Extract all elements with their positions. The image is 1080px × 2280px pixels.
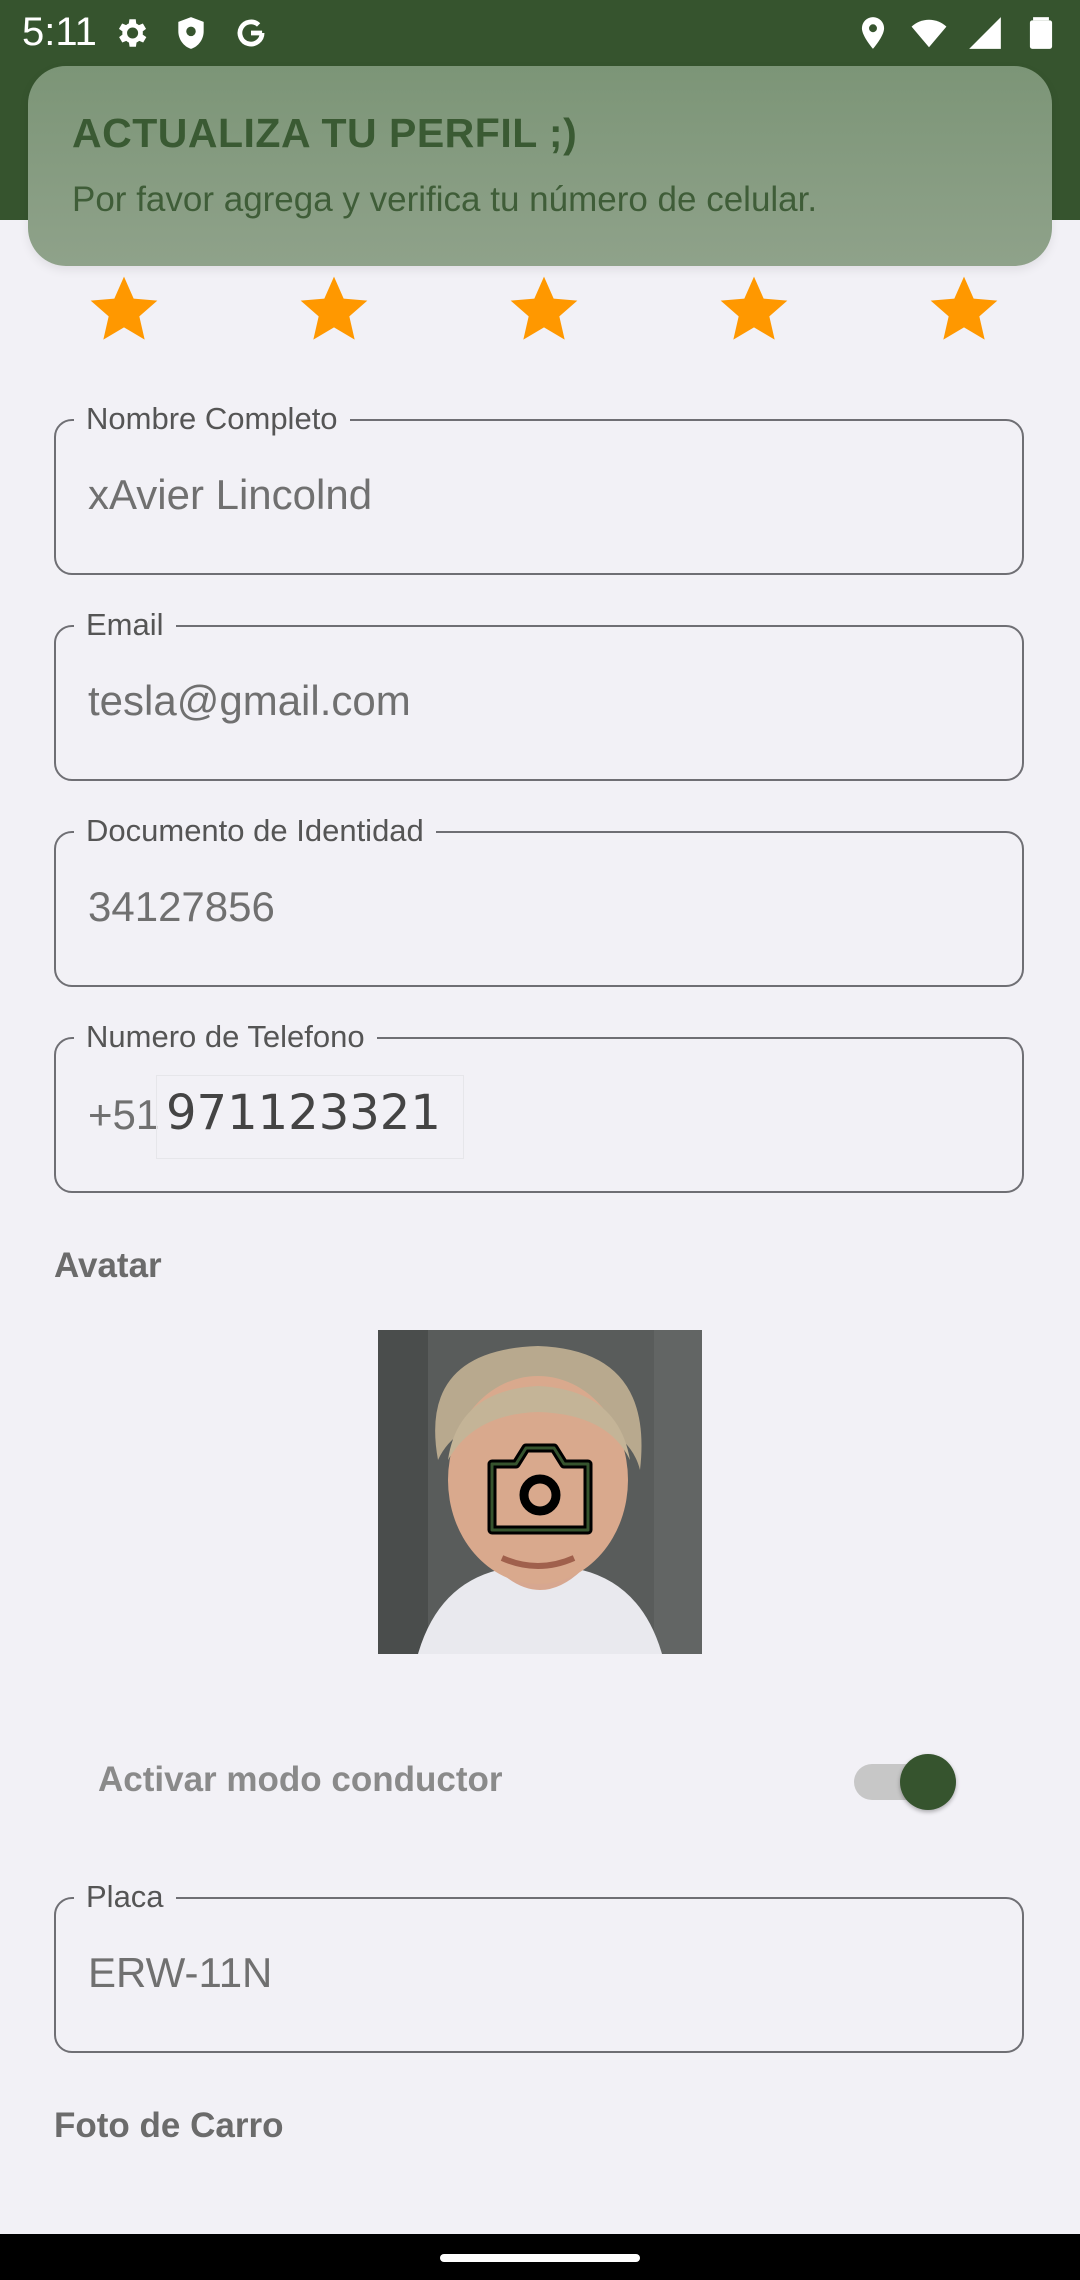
battery-icon — [1022, 14, 1060, 52]
camera-icon[interactable] — [486, 1440, 594, 1536]
email-label: Email — [74, 605, 176, 645]
driver-mode-toggle[interactable] — [854, 1752, 956, 1812]
email-value: tesla@gmail.com — [88, 677, 411, 724]
star-icon — [924, 270, 1004, 350]
full-name-field[interactable]: Nombre Completo xAvier Lincolnd — [54, 399, 1024, 575]
star-icon — [504, 270, 584, 350]
plate-field[interactable]: Placa ERW-11N — [54, 1877, 1024, 2053]
phone-number-value: 971123321 — [166, 1085, 441, 1141]
status-time: 5:11 — [22, 10, 97, 54]
avatar-label: Avatar — [54, 1246, 162, 1285]
wifi-icon — [910, 14, 948, 52]
document-field[interactable]: Documento de Identidad 34127856 — [54, 811, 1024, 987]
phone-label: Numero de Telefono — [74, 1017, 377, 1057]
rating-stars — [0, 270, 1080, 350]
home-gesture-handle[interactable] — [440, 2254, 640, 2262]
document-value: 34127856 — [88, 883, 275, 930]
banner-message: Por favor agrega y verifica tu número de… — [72, 180, 818, 219]
star-icon — [294, 270, 374, 350]
shield-icon — [172, 14, 210, 52]
profile-update-banner[interactable]: ACTUALIZA TU PERFIL ;) Por favor agrega … — [28, 66, 1052, 266]
navigation-bar — [0, 2234, 1080, 2280]
full-name-value: xAvier Lincolnd — [88, 471, 373, 518]
phone-field[interactable]: Numero de Telefono +51 971123321 — [54, 1017, 1024, 1193]
plate-label: Placa — [74, 1877, 176, 1917]
star-icon — [714, 270, 794, 350]
location-icon — [854, 14, 892, 52]
google-icon — [232, 14, 270, 52]
phone-prefix: +51 — [88, 1091, 160, 1138]
gear-icon — [112, 14, 150, 52]
plate-value: ERW-11N — [88, 1949, 273, 1996]
driver-mode-row: Activar modo conductor — [98, 1752, 958, 1812]
avatar-image[interactable] — [378, 1330, 702, 1654]
car-photo-label: Foto de Carro — [54, 2106, 284, 2145]
full-name-label: Nombre Completo — [74, 399, 350, 439]
banner-title: ACTUALIZA TU PERFIL ;) — [72, 110, 578, 156]
email-field[interactable]: Email tesla@gmail.com — [54, 605, 1024, 781]
signal-icon — [966, 14, 1004, 52]
star-icon — [84, 270, 164, 350]
driver-mode-label: Activar modo conductor — [98, 1760, 503, 1799]
toggle-thumb — [900, 1754, 956, 1810]
document-label: Documento de Identidad — [74, 811, 436, 851]
